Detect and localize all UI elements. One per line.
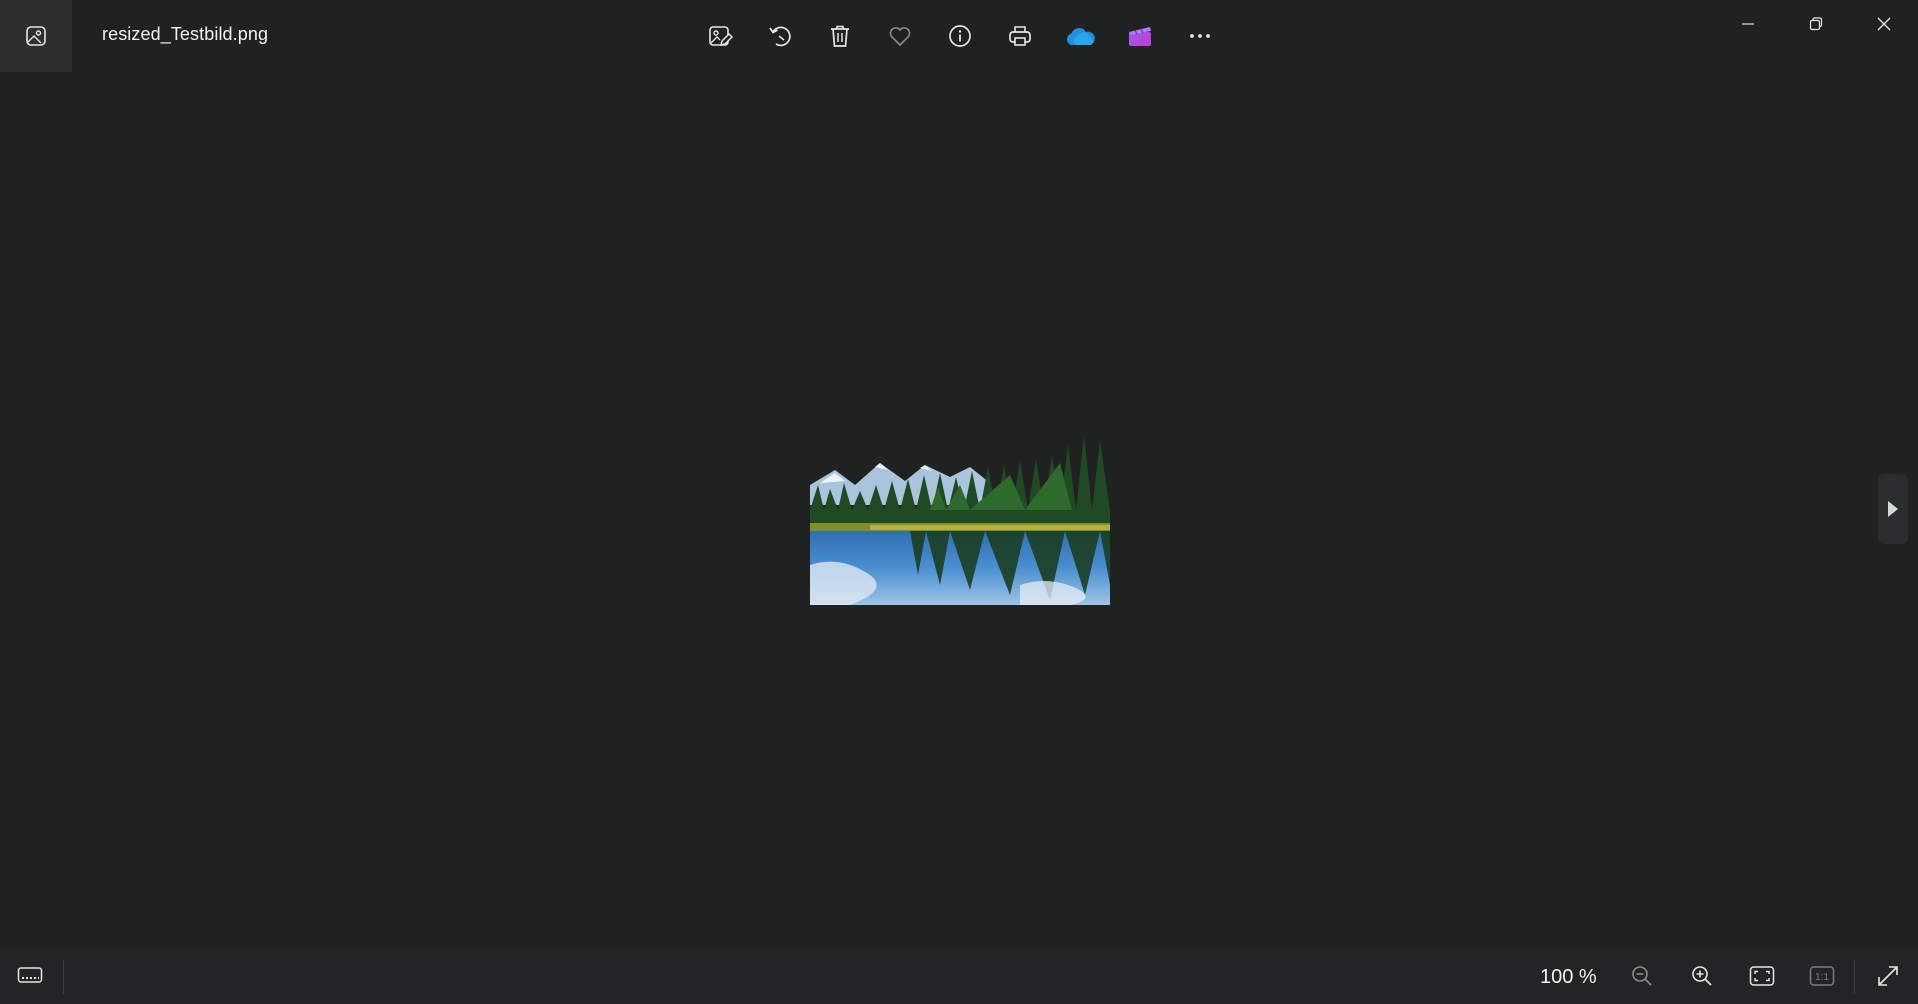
- zoom-out-button[interactable]: [1622, 956, 1662, 996]
- more-options-icon: [1190, 34, 1210, 38]
- bottom-right-divider: [1854, 960, 1855, 994]
- minimize-icon: [1742, 23, 1754, 25]
- file-info-button[interactable]: [936, 12, 984, 60]
- fullscreen-icon: [1878, 966, 1898, 986]
- close-icon: [1877, 17, 1891, 31]
- print-button[interactable]: [996, 12, 1044, 60]
- next-arrow-icon: [1888, 501, 1898, 517]
- fullscreen-button[interactable]: [1868, 956, 1908, 996]
- fit-to-window-icon: [1749, 966, 1775, 986]
- close-button[interactable]: [1850, 0, 1918, 48]
- bottom-bar: 100 % 1:1: [0, 948, 1918, 1004]
- actual-size-button[interactable]: 1:1: [1802, 956, 1842, 996]
- photos-app-icon: [26, 26, 46, 46]
- restore-icon: [1809, 17, 1823, 31]
- onedrive-button[interactable]: [1056, 12, 1104, 60]
- delete-icon: [831, 25, 849, 47]
- zoom-level-label: 100 %: [1540, 966, 1597, 988]
- fit-to-window-button[interactable]: [1742, 956, 1782, 996]
- zoom-in-icon: [1692, 966, 1712, 986]
- edit-image-icon: [709, 26, 733, 47]
- onedrive-cloud-icon: [1066, 28, 1095, 45]
- actual-size-icon: 1:1: [1809, 966, 1835, 986]
- edit-image-button[interactable]: [696, 12, 744, 60]
- window-controls: [1714, 0, 1918, 48]
- photos-app-window: resized_Testbild.png 100 % 1:1: [0, 0, 1918, 1004]
- clipchamp-icon: [1129, 27, 1151, 46]
- delete-button[interactable]: [816, 12, 864, 60]
- title-bar: resized_Testbild.png: [0, 0, 1918, 72]
- actual-size-text: 1:1: [1815, 972, 1829, 983]
- app-icon[interactable]: [0, 0, 72, 72]
- restore-button[interactable]: [1782, 0, 1850, 48]
- zoom-out-icon: [1632, 966, 1652, 986]
- favorite-button[interactable]: [876, 12, 924, 60]
- print-icon: [1009, 26, 1031, 46]
- image-viewer-stage: [0, 72, 1918, 948]
- top-toolbar: [696, 12, 1224, 60]
- favorite-heart-icon: [889, 27, 911, 47]
- filmstrip-toggle-button[interactable]: [10, 956, 50, 996]
- more-options-button[interactable]: [1176, 12, 1224, 60]
- next-image-button[interactable]: [1878, 474, 1908, 544]
- clipchamp-button[interactable]: [1116, 12, 1164, 60]
- info-icon: [949, 25, 971, 47]
- filmstrip-icon: [17, 967, 43, 983]
- bottom-left-divider: [63, 960, 64, 994]
- file-name-title: resized_Testbild.png: [102, 24, 269, 44]
- zoom-in-button[interactable]: [1682, 956, 1722, 996]
- landscape-photo[interactable]: [810, 415, 1110, 605]
- minimize-button[interactable]: [1714, 0, 1782, 48]
- rotate-icon: [769, 26, 791, 47]
- rotate-button[interactable]: [756, 12, 804, 60]
